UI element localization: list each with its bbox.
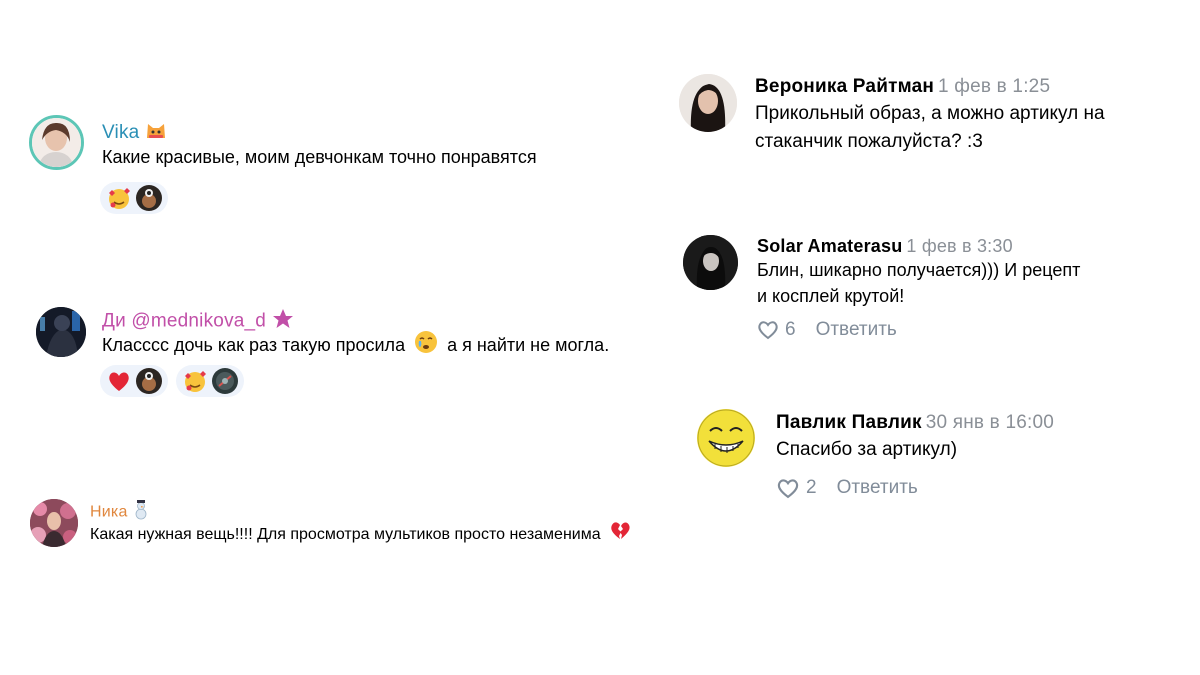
comment-date[interactable]: 30 янв в 16:00 xyxy=(926,412,1054,433)
like-count: 6 xyxy=(785,319,796,340)
comment-text-line: и косплей крутой! xyxy=(757,286,905,306)
avatar-photo-icon xyxy=(32,118,81,167)
comment-actions: 6 Ответить xyxy=(757,319,897,341)
comment-actions: 2 Ответить xyxy=(776,477,918,499)
avatar[interactable] xyxy=(683,235,738,290)
smiling-face-with-hearts-icon xyxy=(106,185,132,211)
avatar[interactable] xyxy=(36,307,86,357)
reply-button[interactable]: Ответить xyxy=(837,477,918,499)
author-name-text[interactable]: Vika xyxy=(102,122,139,143)
avatar[interactable] xyxy=(30,499,78,547)
red-heart-icon xyxy=(106,368,132,394)
avatar-photo-icon xyxy=(683,235,738,290)
author-name[interactable]: Вероника Райтман 1 фев в 1:25 xyxy=(755,76,1050,98)
avatar-reaction-icon xyxy=(136,368,162,394)
broken-heart-icon xyxy=(609,520,631,550)
avatar-photo-icon xyxy=(679,74,737,132)
comment-text-part: Класссс дочь как раз такую просила xyxy=(102,334,406,355)
crying-face-icon xyxy=(414,330,438,362)
author-name-text[interactable]: Solar Amaterasu xyxy=(757,236,902,256)
comment-text-part: Какая нужная вещь!!!! Для просмотра муль… xyxy=(90,526,601,544)
reaction-bar xyxy=(100,365,244,397)
comment-text-line: Прикольный образ, а можно артикул на xyxy=(755,103,1105,124)
reaction-bar xyxy=(100,182,168,214)
comment-text: Какие красивые, моим девчонкам точно пон… xyxy=(102,147,537,167)
comment-text: Какая нужная вещь!!!! Для просмотра муль… xyxy=(90,520,631,550)
smiling-face-with-hearts-icon xyxy=(182,368,208,394)
reply-button[interactable]: Ответить xyxy=(816,319,897,341)
like-button[interactable]: 6 xyxy=(757,319,816,341)
comment-text: Класссс дочь как раз такую просила а я н… xyxy=(102,330,609,362)
avatar-reaction-icon xyxy=(136,185,162,211)
author-name[interactable]: Solar Amaterasu 1 фев в 3:30 xyxy=(757,236,1013,257)
comment-text-part: а я найти не могла. xyxy=(447,334,610,355)
heart-outline-icon xyxy=(757,320,779,340)
reaction-pill[interactable] xyxy=(176,365,244,397)
avatar[interactable] xyxy=(697,409,755,467)
comment-text-line: Спасибо за артикул) xyxy=(776,439,958,460)
author-name-text[interactable]: Ди @mednikova_d xyxy=(102,311,266,332)
author-name-text[interactable]: Ника xyxy=(90,504,128,521)
avatar[interactable] xyxy=(679,74,737,132)
reaction-pill[interactable] xyxy=(100,182,168,214)
comment-text-line: стаканчик пожалуйста? :3 xyxy=(755,131,983,152)
author-name[interactable]: Павлик Павлик 30 янв в 16:00 xyxy=(776,412,1054,434)
heart-outline-icon xyxy=(776,478,800,499)
like-count: 2 xyxy=(806,477,817,498)
troll-face-icon xyxy=(697,409,755,467)
comment-text-line: Блин, шикарно получается))) И рецепт xyxy=(757,260,1081,280)
avatar-photo-icon xyxy=(30,499,78,547)
like-button[interactable]: 2 xyxy=(776,477,837,499)
avatar[interactable] xyxy=(29,115,84,170)
avatar-photo-icon xyxy=(36,307,86,357)
reaction-pill[interactable] xyxy=(100,365,168,397)
author-name-text[interactable]: Вероника Райтман xyxy=(755,76,934,97)
comment-date[interactable]: 1 фев в 1:25 xyxy=(938,76,1050,97)
comment-date[interactable]: 1 фев в 3:30 xyxy=(906,236,1012,256)
avatar-reaction-icon xyxy=(212,368,238,394)
author-name-text[interactable]: Павлик Павлик xyxy=(776,412,922,433)
